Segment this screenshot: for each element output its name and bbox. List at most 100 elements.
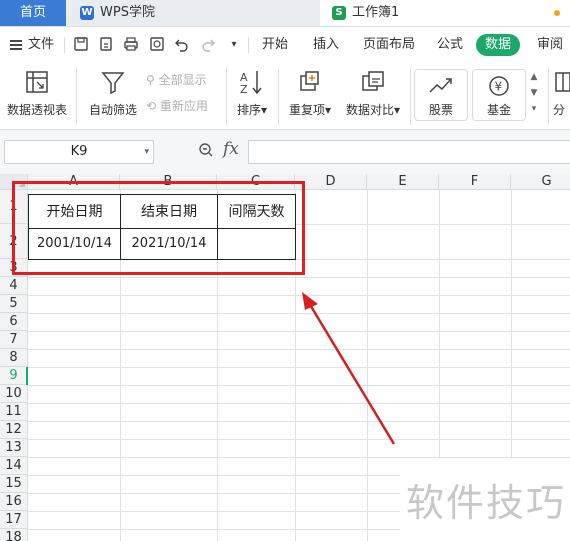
sort-button[interactable]: AZ 排序▾	[232, 67, 272, 118]
autofilter-label: 自动筛选	[88, 103, 137, 117]
tab-workbook[interactable]: S 工作簿1	[320, 0, 570, 26]
pivot-table-label: 数据透视表	[6, 103, 67, 117]
divider	[278, 69, 279, 125]
tab-data[interactable]: 数据	[476, 34, 520, 56]
insert-function-icon[interactable]: fx	[223, 139, 239, 159]
split-label: 分	[553, 103, 566, 117]
row-header-15[interactable]: 15	[0, 475, 28, 493]
ribbon: 数据透视表 自动筛选 ⚲ 全部显示 ⟲ 重新应用 AZ 排序▾ 重复项▾ 数据对…	[0, 63, 570, 130]
formula-bar: K9 ▾ fx	[0, 130, 570, 174]
duplicates-button[interactable]: 重复项▾	[284, 67, 336, 118]
pivot-table-button[interactable]: 数据透视表	[4, 67, 70, 118]
data-compare-icon	[362, 71, 384, 91]
funds-button[interactable]: ¥ 基金	[472, 69, 526, 121]
gridline	[28, 439, 570, 440]
highlight-box	[12, 181, 305, 275]
print-icon[interactable]	[122, 36, 140, 54]
reapply-icon: ⟲	[146, 99, 157, 113]
ribbon-gallery-scroller[interactable]: ▲ ▼ ▾	[527, 69, 541, 123]
gridline	[28, 277, 570, 278]
stocks-button[interactable]: 股票	[414, 69, 468, 121]
tab-wps-academy[interactable]: W WPS学院	[66, 0, 321, 26]
reapply-label: 重新应用	[159, 99, 208, 113]
watermark: 软件技巧	[400, 458, 570, 541]
formula-input[interactable]	[248, 140, 570, 164]
tab-bar: 首页 W WPS学院 S 工作簿1	[0, 0, 570, 27]
svg-text:¥: ¥	[495, 80, 503, 94]
row-header-6[interactable]: 6	[0, 313, 28, 331]
gridline	[28, 349, 570, 350]
gridline	[367, 190, 368, 541]
row-header-4[interactable]: 4	[0, 277, 28, 295]
save-icon[interactable]	[72, 36, 90, 54]
file-menu-label: 文件	[28, 37, 55, 52]
row-header-10[interactable]: 10	[0, 385, 28, 403]
pivot-table-icon	[26, 71, 48, 93]
divider	[226, 69, 227, 125]
divider	[548, 69, 549, 125]
autofilter-button[interactable]: 自动筛选	[86, 67, 140, 118]
yen-coin-icon: ¥	[489, 76, 509, 96]
zoom-icon[interactable]	[198, 142, 214, 162]
chevron-down-icon[interactable]: ▾	[144, 141, 149, 163]
filter-icon	[101, 72, 125, 95]
redo-icon[interactable]	[199, 36, 217, 54]
row-header-9[interactable]: 9	[0, 367, 28, 385]
row-header-5[interactable]: 5	[0, 295, 28, 313]
chevron-up-icon[interactable]: ▲	[527, 69, 541, 85]
tab-page-layout[interactable]: 页面布局	[363, 27, 415, 63]
tab-insert[interactable]: 插入	[313, 27, 339, 63]
column-header-d[interactable]: D	[295, 174, 367, 190]
duplicates-label: 重复项▾	[288, 103, 332, 117]
spreadsheet-icon: S	[332, 6, 346, 20]
gridline	[28, 403, 570, 404]
gallery-expand-icon[interactable]: ▾	[527, 101, 541, 117]
data-compare-label: 数据对比▾	[345, 103, 401, 117]
active-row-marker	[26, 367, 28, 385]
divider	[64, 37, 65, 53]
tab-review[interactable]: 审阅	[537, 27, 563, 63]
gridline	[28, 331, 570, 332]
data-compare-button[interactable]: 数据对比▾	[342, 67, 404, 118]
stocks-chart-icon	[429, 78, 452, 93]
row-header-13[interactable]: 13	[0, 439, 28, 457]
row-header-7[interactable]: 7	[0, 331, 28, 349]
column-header-g[interactable]: G	[511, 174, 570, 190]
gridline	[28, 421, 570, 422]
row-header-11[interactable]: 11	[0, 403, 28, 421]
split-button-partial[interactable]: 分	[553, 67, 570, 118]
hamburger-icon	[10, 38, 22, 52]
tab-wps-academy-label: WPS学院	[100, 5, 155, 20]
sort-icon: AZ	[240, 71, 262, 96]
watermark-text: 软件技巧	[406, 481, 567, 525]
tab-formula[interactable]: 公式	[437, 27, 463, 63]
more-quick-actions-icon[interactable]: ▾	[225, 36, 243, 54]
row-header-17[interactable]: 17	[0, 511, 28, 529]
undo-icon[interactable]	[173, 36, 191, 54]
tab-home[interactable]: 首页	[0, 0, 66, 26]
chevron-down-icon[interactable]: ▼	[527, 85, 541, 101]
row-header-12[interactable]: 12	[0, 421, 28, 439]
menu-bar: 文件 ▾ 开始 插入 页面布局 公式 数据 审阅	[0, 27, 570, 63]
show-all-button[interactable]: ⚲ 全部显示	[146, 71, 207, 88]
name-box[interactable]: K9 ▾	[4, 140, 154, 164]
export-pdf-icon[interactable]	[97, 36, 115, 54]
column-header-f[interactable]: F	[439, 174, 511, 190]
tab-start[interactable]: 开始	[262, 27, 288, 63]
row-header-14[interactable]: 14	[0, 457, 28, 475]
reapply-button[interactable]: ⟲ 重新应用	[146, 97, 208, 114]
row-header-8[interactable]: 8	[0, 349, 28, 367]
print-preview-icon[interactable]	[148, 36, 166, 54]
sort-label: 排序▾	[236, 103, 268, 117]
duplicates-icon	[300, 71, 319, 91]
svg-text:Z: Z	[240, 83, 248, 96]
split-icon	[555, 72, 570, 92]
row-header-16[interactable]: 16	[0, 493, 28, 511]
show-all-label: 全部显示	[158, 73, 207, 87]
column-header-e[interactable]: E	[367, 174, 439, 190]
divider	[410, 69, 411, 125]
row-header-18[interactable]: 18	[0, 529, 28, 541]
tab-workbook-label: 工作簿1	[352, 5, 400, 20]
gridline	[28, 367, 570, 368]
file-menu-button[interactable]: 文件	[10, 27, 54, 63]
